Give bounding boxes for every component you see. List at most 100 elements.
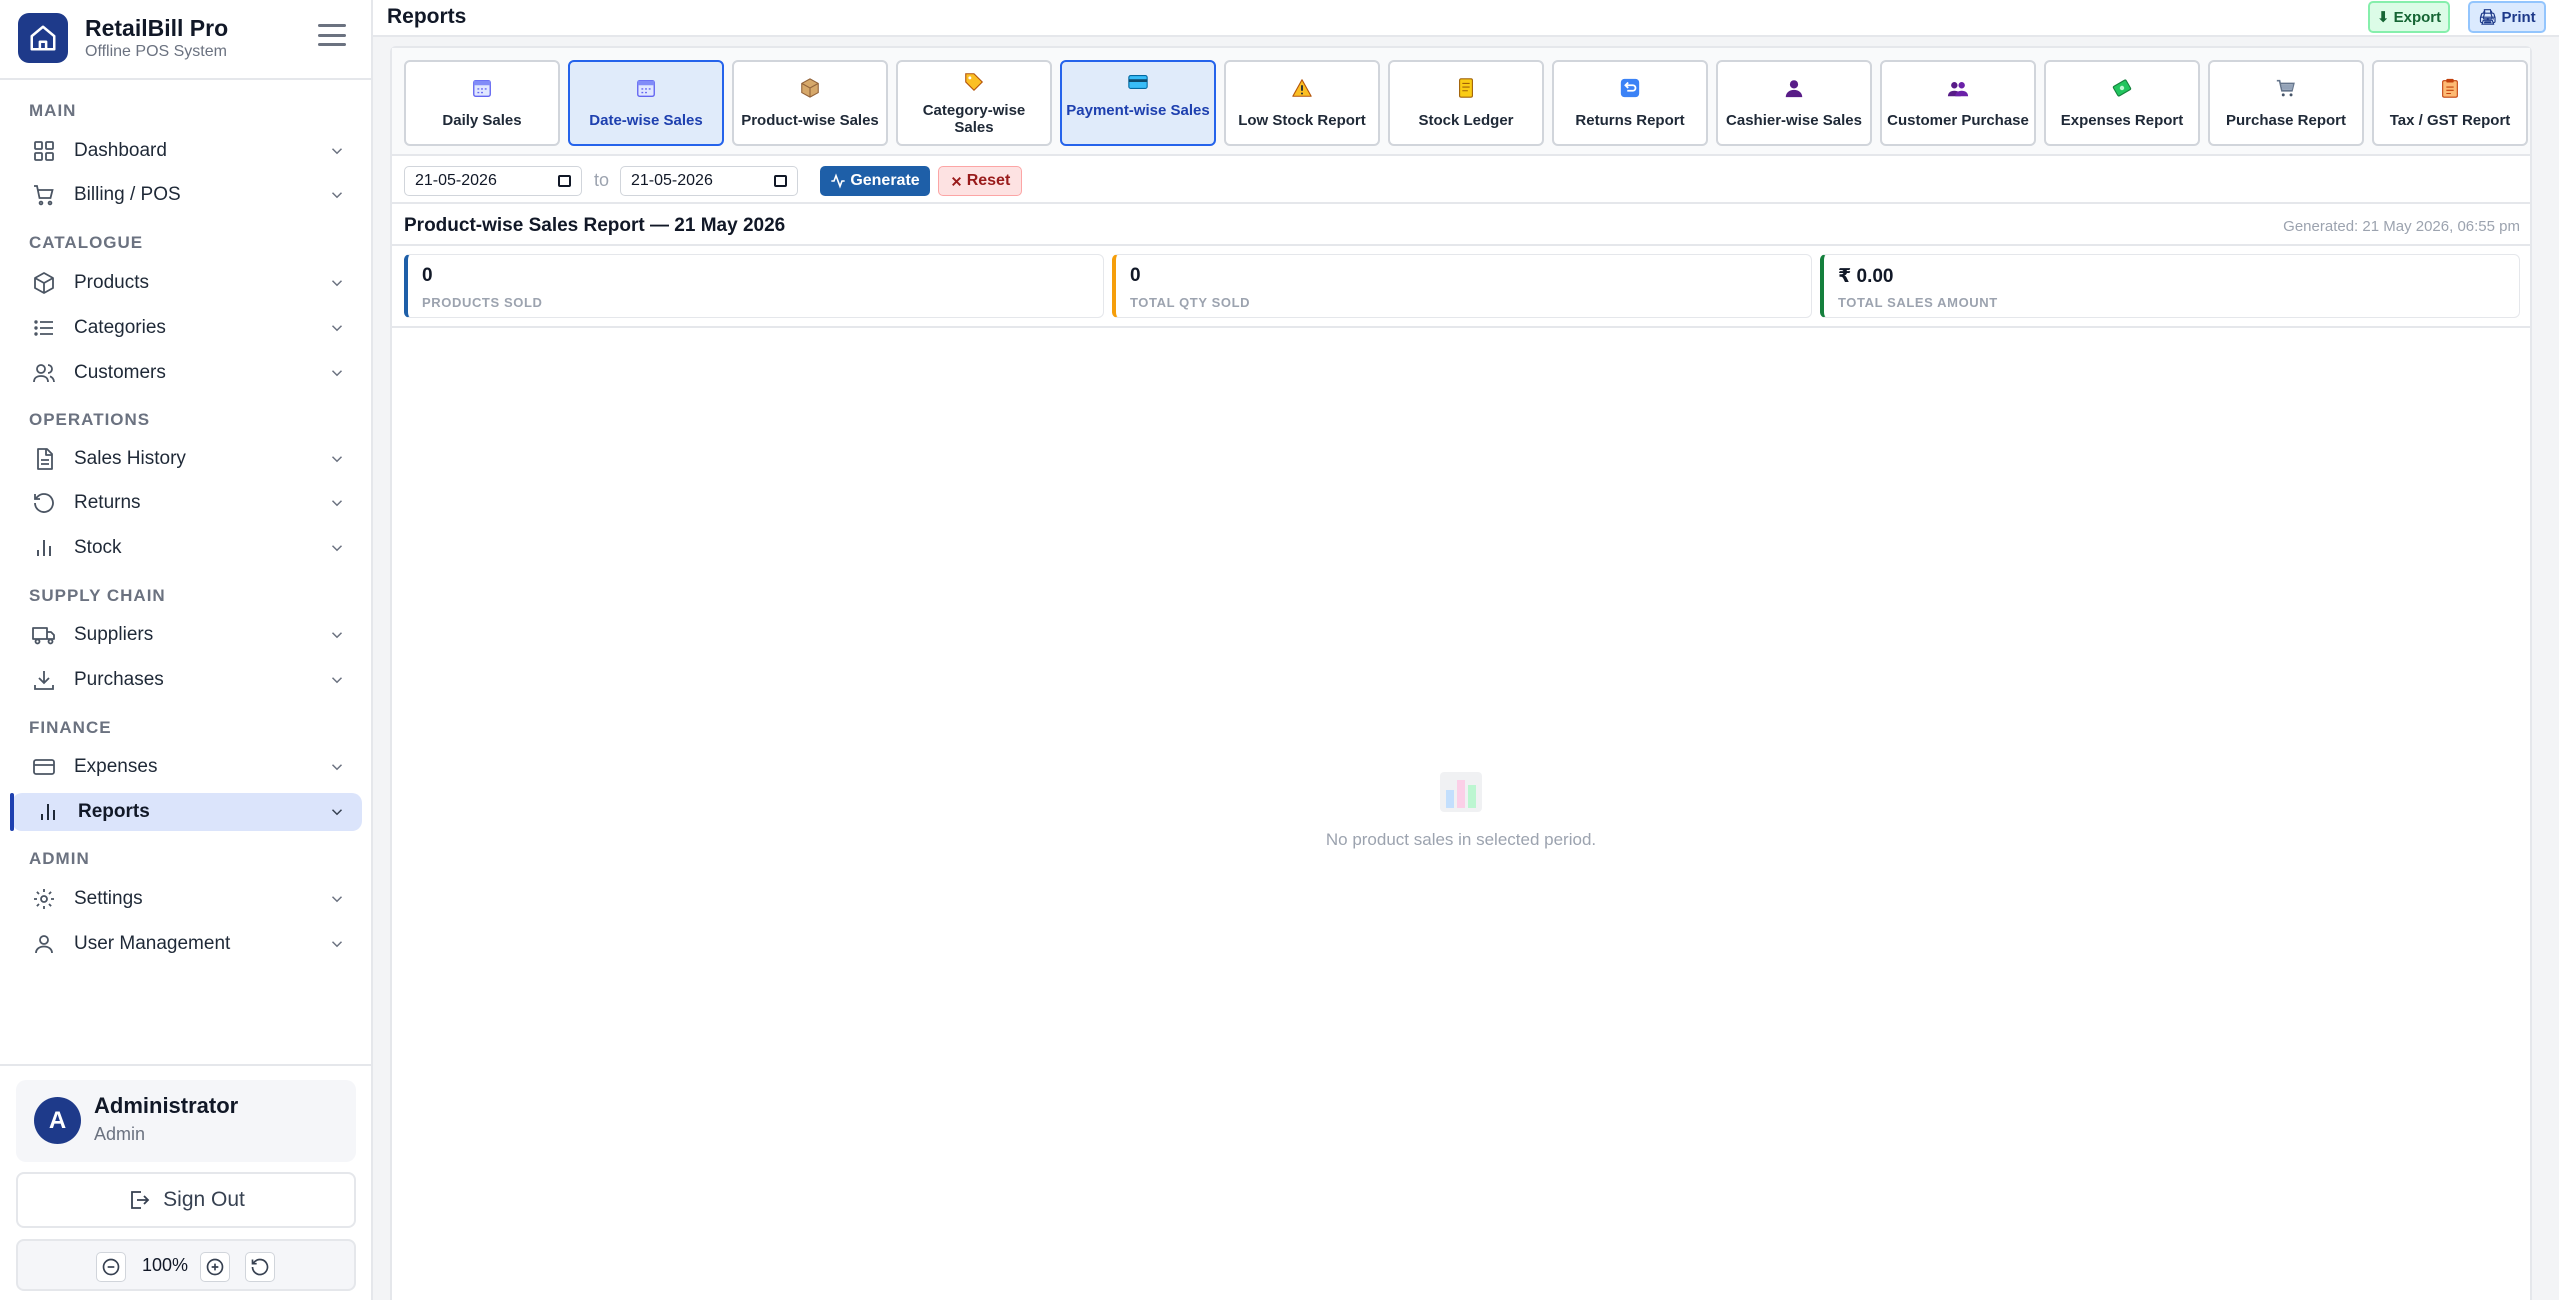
- sidebar-item-user-management[interactable]: User Management: [12, 925, 362, 963]
- warning-icon: [1292, 79, 1312, 97]
- home-logo-icon: [18, 13, 68, 63]
- sidebar-item-expenses[interactable]: Expenses: [12, 748, 362, 786]
- sidebar-item-returns[interactable]: Returns: [12, 484, 362, 522]
- sidebar-item-label: Expenses: [74, 756, 158, 777]
- tab-category-wise-sales[interactable]: Category-wise Sales: [896, 60, 1052, 146]
- sidebar-item-sales-history[interactable]: Sales History: [12, 440, 362, 478]
- sidebar-item-label: User Management: [74, 933, 231, 954]
- tab-returns-report[interactable]: Returns Report: [1552, 60, 1708, 146]
- stat-value: 0: [1130, 265, 1141, 286]
- calendar-icon[interactable]: [558, 175, 571, 187]
- document-icon: [37, 448, 53, 470]
- zoom-controls: 100%: [16, 1239, 356, 1291]
- empty-state: No product sales in selected period.: [392, 768, 2530, 850]
- chevron-down-icon: [331, 677, 343, 684]
- chevron-down-icon: [331, 500, 343, 507]
- avatar: A: [34, 1097, 81, 1144]
- users-icon: [33, 364, 55, 383]
- section-label-main: MAIN: [29, 101, 77, 120]
- sidebar-item-reports[interactable]: Reports: [10, 793, 362, 831]
- sidebar-item-purchases[interactable]: Purchases: [12, 661, 362, 699]
- generate-button[interactable]: Generate: [820, 166, 930, 196]
- dashboard-icon: [34, 141, 54, 161]
- clipboard-icon: [2442, 78, 2458, 98]
- report-title: Product-wise Sales Report — 21 May 2026: [404, 215, 786, 236]
- zoom-reset-button[interactable]: [245, 1252, 275, 1282]
- zoom-in-button[interactable]: [200, 1252, 230, 1282]
- section-label-supply-chain: SUPPLY CHAIN: [29, 586, 166, 605]
- tab-cashier-wise-sales[interactable]: Cashier-wise Sales: [1716, 60, 1872, 146]
- tab-customer-purchase[interactable]: Customer Purchase: [1880, 60, 2036, 146]
- zoom-out-button[interactable]: [96, 1252, 126, 1282]
- sidebar-item-label: Suppliers: [74, 624, 154, 645]
- tab-product-wise-sales[interactable]: Product-wise Sales: [732, 60, 888, 146]
- chart-icon: [1438, 768, 1484, 814]
- tab-purchase-report[interactable]: Purchase Report: [2208, 60, 2364, 146]
- sidebar-item-label: Billing / POS: [74, 184, 181, 205]
- chevron-down-icon: [331, 325, 343, 332]
- sign-out-button[interactable]: Sign Out: [16, 1172, 356, 1228]
- truck-icon: [32, 627, 55, 645]
- sidebar-item-billing[interactable]: Billing / POS: [12, 176, 362, 214]
- section-label-catalogue: CATALOGUE: [29, 233, 144, 252]
- calendar-icon[interactable]: [774, 175, 787, 187]
- chevron-down-icon: [331, 632, 343, 639]
- people-icon: [1947, 82, 1969, 97]
- to-label: to: [594, 170, 610, 190]
- sidebar-item-dashboard[interactable]: Dashboard: [12, 132, 362, 170]
- chevron-down-icon: [331, 896, 343, 903]
- sidebar-item-stock[interactable]: Stock: [12, 529, 362, 567]
- tab-date-wise-sales[interactable]: Date-wise Sales: [568, 60, 724, 146]
- cart-icon: [2276, 79, 2295, 97]
- reset-button[interactable]: Reset: [938, 166, 1022, 196]
- section-label-finance: FINANCE: [29, 718, 112, 737]
- tab-payment-wise-sales[interactable]: Payment-wise Sales: [1060, 60, 1216, 146]
- sidebar-item-label: Returns: [74, 492, 141, 513]
- sidebar-item-customers[interactable]: Customers: [12, 354, 362, 392]
- tab-daily-sales[interactable]: Daily Sales: [404, 60, 560, 146]
- sidebar-item-settings[interactable]: Settings: [12, 880, 362, 918]
- credit-card-icon: [1128, 75, 1148, 89]
- tab-expenses-report[interactable]: Expenses Report: [2044, 60, 2200, 146]
- to-date-value: 21-05-2026: [631, 172, 713, 189]
- stat-label: PRODUCTS SOLD: [422, 295, 543, 310]
- activity-icon: [831, 173, 845, 189]
- hamburger-menu-icon[interactable]: [318, 24, 346, 46]
- app-subtitle: Offline POS System: [85, 42, 227, 60]
- undo-icon: [34, 493, 54, 513]
- zoom-level: 100%: [142, 1255, 189, 1275]
- print-button[interactable]: 🖨 Print: [2468, 1, 2546, 33]
- to-date-input[interactable]: 21-05-2026: [620, 166, 798, 196]
- tab-label: Product-wise Sales: [741, 112, 879, 129]
- sidebar-item-label: Reports: [78, 801, 150, 822]
- user-icon: [35, 935, 53, 954]
- tab-tax-gst-report[interactable]: Tax / GST Report: [2372, 60, 2528, 146]
- return-icon: [1620, 78, 1640, 98]
- from-date-input[interactable]: 21-05-2026: [404, 166, 582, 196]
- generate-label: Generate: [850, 172, 920, 189]
- reset-icon: [251, 1258, 269, 1276]
- sidebar-item-products[interactable]: Products: [12, 264, 362, 302]
- chevron-down-icon: [331, 809, 343, 816]
- divider: [0, 78, 373, 80]
- tab-low-stock-report[interactable]: Low Stock Report: [1224, 60, 1380, 146]
- sign-out-icon: [131, 1191, 150, 1209]
- tab-label: Category-wise Sales: [922, 102, 1026, 136]
- ledger-icon: [1459, 78, 1473, 98]
- stat-card-total-sales-amount: ₹ 0.00 TOTAL SALES AMOUNT: [1820, 254, 2520, 318]
- tab-stock-ledger[interactable]: Stock Ledger: [1388, 60, 1544, 146]
- sidebar-item-suppliers[interactable]: Suppliers: [12, 616, 362, 654]
- tab-label: Stock Ledger: [1418, 112, 1514, 129]
- bar-chart-icon: [37, 540, 51, 556]
- tab-label: Expenses Report: [2060, 112, 2184, 129]
- top-bar: Reports: [373, 0, 2559, 37]
- sidebar-item-label: Customers: [74, 362, 166, 383]
- chevron-down-icon: [331, 545, 343, 552]
- sidebar-item-label: Dashboard: [74, 140, 167, 161]
- empty-message: No product sales in selected period.: [1325, 830, 1597, 849]
- export-button[interactable]: ⬇ Export: [2368, 1, 2450, 33]
- chevron-down-icon: [331, 280, 343, 287]
- chevron-down-icon: [331, 456, 343, 463]
- tab-label: Payment-wise Sales: [1066, 102, 1210, 119]
- sidebar-item-categories[interactable]: Categories: [12, 309, 362, 347]
